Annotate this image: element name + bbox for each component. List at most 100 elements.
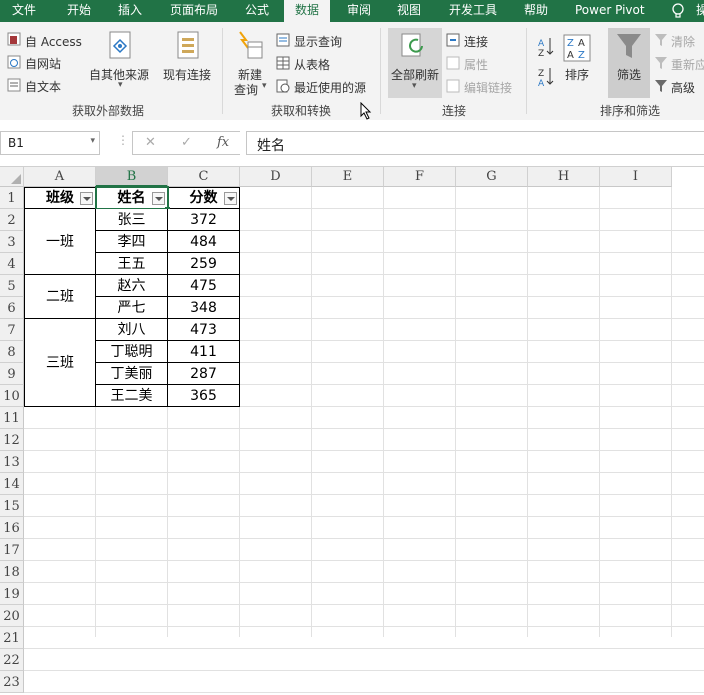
score-cell[interactable]: 484 [168,231,240,253]
sort-button[interactable]: 排序 [565,66,589,83]
row-header[interactable]: 14 [0,473,24,495]
filter-dropdown-icon[interactable] [152,192,165,205]
worksheet-grid[interactable]: ABCDEFGHI 1 2 3 4 5 6 7 8 9 10 11 12 13 14 15 16 17 18 19 2… [0,166,704,693]
show-queries-button[interactable]: 显示查询 [294,33,342,50]
filter-button[interactable] [608,28,650,98]
svg-text:Z: Z [567,38,574,49]
name-cell[interactable]: 张三 [96,209,168,231]
row-header[interactable]: 16 [0,517,24,539]
header-cell-name[interactable]: 姓名 [96,187,168,209]
score-cell[interactable]: 365 [168,385,240,407]
row-header[interactable]: 5 [0,275,24,297]
tab-file[interactable]: 文件 [12,0,36,22]
row-header[interactable]: 8 [0,341,24,363]
enter-icon[interactable]: ✓ [181,135,192,150]
column-header-g[interactable]: G [456,167,528,187]
row-header[interactable]: 22 [0,649,24,671]
class-cell[interactable]: 三班 [24,319,96,407]
tab-review[interactable]: 审阅 [347,0,371,22]
column-header-i[interactable]: I [600,167,672,187]
column-header-d[interactable]: D [240,167,312,187]
row-header[interactable]: 18 [0,561,24,583]
connections-button[interactable]: 连接 [464,33,488,50]
from-access-button[interactable]: 自 Access [25,33,82,50]
from-web-button[interactable]: 自网站 [25,55,61,72]
existing-connections-button[interactable]: 现有连接 [163,66,211,83]
filter-label[interactable]: 筛选 [617,66,641,83]
row-header[interactable]: 21 [0,627,24,649]
row-header[interactable]: 15 [0,495,24,517]
insert-function-icon[interactable]: fx [217,135,229,150]
from-table-button[interactable]: 从表格 [294,56,330,73]
cancel-icon[interactable]: ✕ [145,135,156,150]
formula-input[interactable]: 姓名 [246,131,704,155]
name-cell[interactable]: 王二美 [96,385,168,407]
row-header[interactable]: 2 [0,209,24,231]
tab-help[interactable]: 帮助 [524,0,548,22]
properties-button[interactable]: 属性 [464,56,488,73]
filter-dropdown-icon[interactable] [224,192,237,205]
ribbon-separator [222,28,223,114]
row-header[interactable]: 10 [0,385,24,407]
row-header[interactable]: 11 [0,407,24,429]
column-header-a[interactable]: A [24,167,96,187]
score-cell[interactable]: 411 [168,341,240,363]
clear-button[interactable]: 清除 [671,33,695,50]
header-cell-score[interactable]: 分数 [168,187,240,209]
tab-view[interactable]: 视图 [397,0,421,22]
column-header-b[interactable]: B [96,167,168,187]
score-cell[interactable]: 348 [168,297,240,319]
from-text-button[interactable]: 自文本 [25,78,61,95]
score-cell[interactable]: 287 [168,363,240,385]
score-cell[interactable]: 259 [168,253,240,275]
column-header-e[interactable]: E [312,167,384,187]
name-cell[interactable]: 王五 [96,253,168,275]
advanced-button[interactable]: 高级 [671,79,695,96]
row-header[interactable]: 6 [0,297,24,319]
name-cell[interactable]: 李四 [96,231,168,253]
name-box[interactable]: B1 ▾ [0,131,100,155]
name-cell[interactable]: 刘八 [96,319,168,341]
tab-formulas[interactable]: 公式 [245,0,269,22]
row-header[interactable]: 23 [0,671,24,693]
row-header[interactable]: 1 [0,187,24,209]
name-cell[interactable]: 严七 [96,297,168,319]
row-header[interactable]: 9 [0,363,24,385]
row-header[interactable]: 17 [0,539,24,561]
tab-power-pivot[interactable]: Power Pivot [575,0,645,22]
select-all-corner[interactable] [0,167,24,187]
tab-data[interactable]: 数据 [284,0,330,22]
edit-links-button[interactable]: 编辑链接 [464,79,512,96]
column-header-f[interactable]: F [384,167,456,187]
tab-tell-me[interactable]: 操 [696,0,704,22]
tab-insert[interactable]: 插入 [118,0,142,22]
name-cell[interactable]: 赵六 [96,275,168,297]
row-header[interactable]: 20 [0,605,24,627]
row-header[interactable]: 19 [0,583,24,605]
sort-ascending-icon[interactable]: AZ [538,36,554,61]
score-cell[interactable]: 475 [168,275,240,297]
tab-developer[interactable]: 开发工具 [449,0,497,22]
row-header[interactable]: 4 [0,253,24,275]
filter-dropdown-icon[interactable] [80,192,93,205]
row-header[interactable]: 7 [0,319,24,341]
name-cell[interactable]: 丁聪明 [96,341,168,363]
lightbulb-icon[interactable] [671,3,685,22]
sort-descending-icon[interactable]: ZA [538,66,554,91]
class-cell[interactable]: 二班 [24,275,96,319]
row-header[interactable]: 3 [0,231,24,253]
header-cell-class[interactable]: 班级 [24,187,96,209]
row-header[interactable]: 13 [0,451,24,473]
column-header-c[interactable]: C [168,167,240,187]
recent-sources-button[interactable]: 最近使用的源 [294,79,366,96]
row-header[interactable]: 12 [0,429,24,451]
tab-page-layout[interactable]: 页面布局 [170,0,218,22]
class-cell[interactable]: 一班 [24,209,96,275]
name-cell[interactable]: 丁美丽 [96,363,168,385]
column-header-h[interactable]: H [528,167,600,187]
score-cell[interactable]: 372 [168,209,240,231]
tab-home[interactable]: 开始 [67,0,91,22]
score-cell[interactable]: 473 [168,319,240,341]
new-query-label-2[interactable]: 查询 [234,81,258,98]
reapply-button[interactable]: 重新应 [671,56,704,73]
